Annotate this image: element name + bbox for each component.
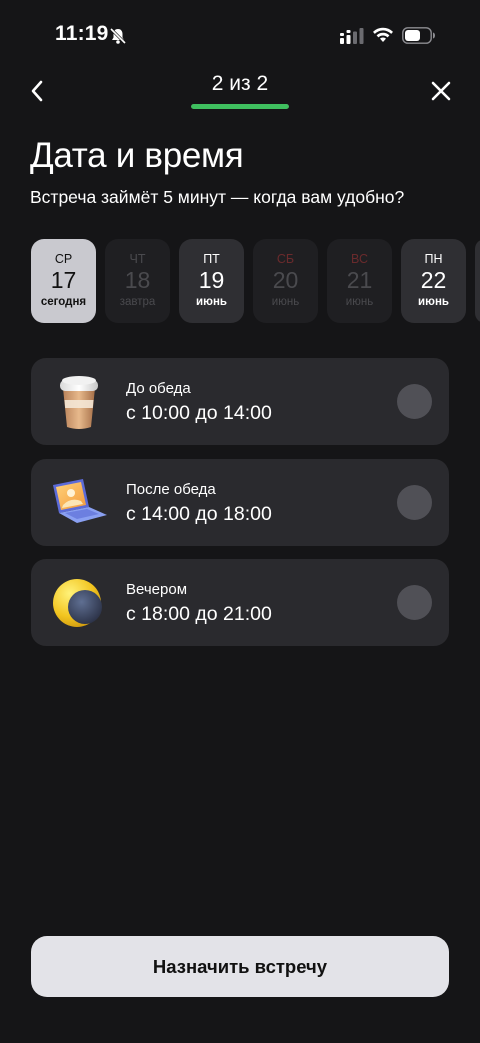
date-chip-day: 17 [50, 267, 77, 293]
cellular-signal-icon [340, 28, 364, 44]
date-chip-weekday: ЧТ [129, 252, 146, 266]
page-title: Дата и время [30, 136, 244, 175]
time-slot-evening[interactable]: Вечером с 18:00 до 21:00 [31, 559, 449, 646]
time-slot-afternoon[interactable]: После обеда с 14:00 до 18:00 [31, 459, 449, 546]
laptop-icon [53, 479, 107, 523]
slot-radio[interactable] [397, 585, 432, 620]
close-button[interactable] [426, 76, 456, 106]
slot-time: с 10:00 до 14:00 [126, 402, 272, 424]
wifi-icon [373, 27, 393, 42]
date-chip-caption: июнь [196, 296, 227, 308]
date-chip-day: 18 [124, 267, 151, 293]
date-chip-caption: июнь [418, 296, 449, 308]
date-chip-caption: июнь [271, 296, 300, 308]
date-chip[interactable]: ПТ 19 июнь [179, 239, 244, 323]
date-chip-caption: июнь [345, 296, 374, 308]
date-chip-weekday: ВС [351, 252, 368, 266]
date-chip[interactable]: СБ 20 июнь [253, 239, 318, 323]
date-chip-partial[interactable] [475, 239, 480, 323]
chevron-left-icon [31, 80, 43, 102]
date-chip-caption: завтра [119, 296, 156, 308]
slot-label: После обеда [126, 481, 216, 498]
slot-label: Вечером [126, 581, 188, 598]
date-chip-day: 21 [346, 267, 373, 293]
slot-radio[interactable] [397, 384, 432, 419]
bell-muted-icon [109, 27, 127, 45]
date-chip[interactable]: СР 17 сегодня [31, 239, 96, 323]
time-slot-morning[interactable]: До обеда с 10:00 до 14:00 [31, 358, 449, 445]
date-chip[interactable]: ПН 22 июнь [401, 239, 466, 323]
page-subtitle: Встреча займёт 5 минут — когда вам удобн… [30, 187, 405, 207]
date-chip-weekday: СБ [276, 252, 295, 266]
slot-time: с 18:00 до 21:00 [126, 603, 272, 625]
slot-label: До обеда [126, 380, 191, 397]
status-bar: 11:19 [0, 0, 480, 70]
coffee-cup-icon [60, 376, 98, 429]
status-time: 11:19 [55, 22, 109, 45]
date-chip[interactable]: ЧТ 18 завтра [105, 239, 170, 323]
slot-radio[interactable] [397, 485, 432, 520]
moon-icon [53, 579, 102, 627]
date-chip-caption: сегодня [40, 296, 87, 308]
date-chip-weekday: СР [54, 252, 73, 266]
date-chip-day: 20 [272, 267, 299, 293]
battery-icon [402, 27, 435, 44]
back-button[interactable] [22, 76, 52, 106]
date-chip-weekday: ПТ [203, 252, 220, 266]
close-icon [431, 81, 451, 101]
step-progress-fill [191, 104, 289, 109]
screen: 11:19 2 из 2 Дата и время Встреча займёт… [0, 0, 480, 1043]
date-picker-strip[interactable]: СР 17 сегодня ЧТ 18 завтра ПТ 19 июнь СБ… [31, 239, 480, 323]
slot-time: с 14:00 до 18:00 [126, 503, 272, 525]
date-chip[interactable]: ВС 21 июнь [327, 239, 392, 323]
step-progress-bar [191, 104, 289, 109]
date-chip-day: 19 [198, 267, 225, 293]
schedule-meeting-button[interactable]: Назначить встречу [31, 936, 449, 997]
date-chip-day: 22 [420, 267, 447, 293]
step-indicator: 2 из 2 [211, 72, 269, 95]
date-chip-weekday: ПН [424, 252, 443, 266]
